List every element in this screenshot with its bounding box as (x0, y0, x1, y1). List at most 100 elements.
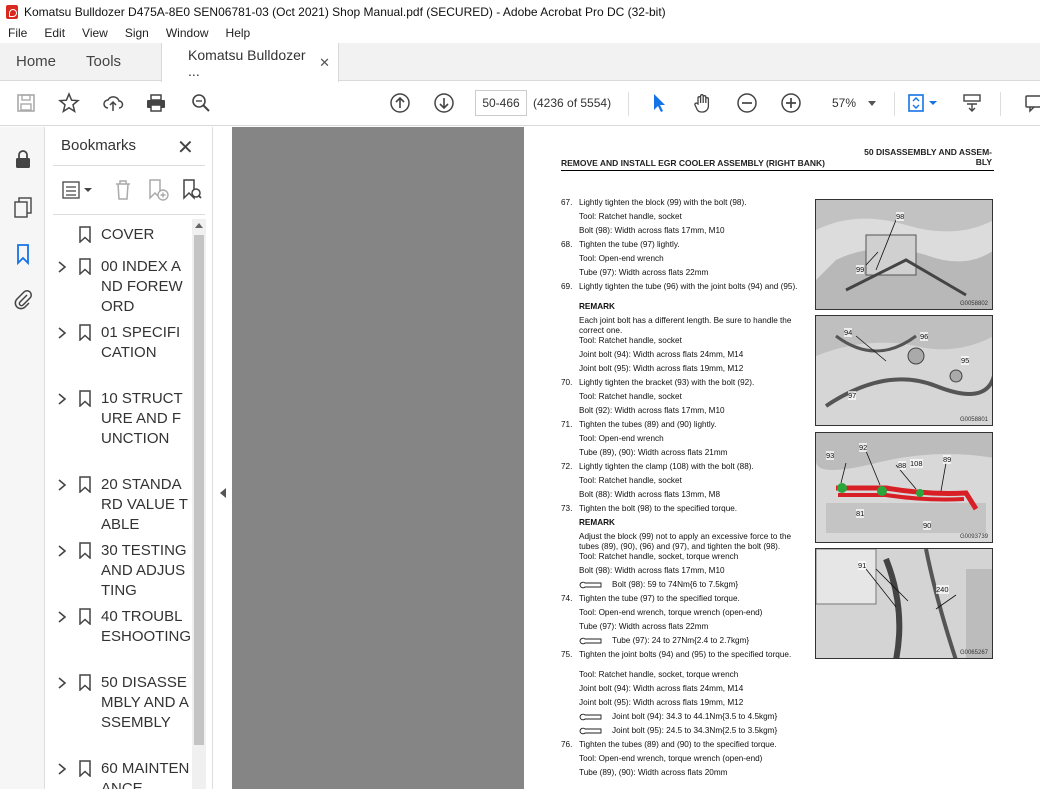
bookmark-icon (79, 226, 91, 243)
figure-callout: 98 (896, 212, 905, 221)
scrollbar-thumb[interactable] (194, 235, 204, 745)
figure-callout: 94 (844, 328, 853, 337)
bookmark-label: 01 SPECIFICATION (101, 324, 181, 361)
menu-bar: File Edit View Sign Window Help (0, 23, 1040, 43)
chevron-right-icon[interactable] (57, 762, 67, 776)
procedure-line: Tighten the joint bolts (94) and (95) to… (579, 650, 792, 659)
chevron-right-icon[interactable] (57, 544, 67, 558)
remark-heading: REMARK (579, 302, 615, 311)
options-menu-icon[interactable] (61, 178, 92, 202)
figure-callout: 95 (961, 356, 970, 365)
toolbar-divider (1000, 92, 1001, 116)
figure-callout: 81 (856, 509, 865, 518)
chevron-right-icon[interactable] (57, 326, 67, 340)
scroll-mode-icon[interactable] (958, 89, 986, 117)
print-icon[interactable] (142, 89, 170, 117)
zoom-out-icon[interactable] (733, 89, 761, 117)
find-bookmark-icon[interactable] (179, 178, 203, 202)
attachment-icon[interactable] (11, 287, 35, 311)
chevron-right-icon[interactable] (57, 478, 67, 492)
figure-callout: 92 (859, 443, 868, 452)
tab-document[interactable]: Komatsu Bulldozer ... ✕ (161, 43, 340, 82)
page-header-section: 50 DISASSEMBLY AND ASSEM-BLY (864, 147, 992, 167)
torque-wrench-icon (579, 727, 602, 735)
bookmark-list: COVER 00 INDEX AND FOREWORD 01 SPECIFICA… (45, 219, 190, 789)
figure: 91 240 G0065267 (815, 548, 993, 659)
fit-page-icon[interactable] (903, 89, 941, 117)
zoom-level-value: 57% (832, 96, 857, 110)
chevron-right-icon[interactable] (57, 260, 67, 274)
menu-edit[interactable]: Edit (36, 26, 74, 40)
collapse-panel-icon[interactable] (220, 488, 226, 498)
step-number: 73. (561, 504, 573, 513)
previous-page-icon[interactable] (386, 89, 414, 117)
zoom-in-icon[interactable] (777, 89, 805, 117)
torque-wrench-icon (579, 637, 602, 645)
procedure-line: Tool: Open-end wrench (579, 254, 664, 263)
panel-splitter[interactable] (212, 127, 232, 789)
torque-spec: Joint bolt (95): 24.5 to 34.3Nm{2.5 to 3… (612, 726, 778, 735)
new-bookmark-icon[interactable] (145, 178, 169, 202)
bookmark-icon (79, 324, 91, 341)
procedure-line: Lightly tighten the clamp (108) with the… (579, 462, 754, 471)
select-cursor-icon[interactable] (645, 89, 673, 117)
bookmark-panel-icon[interactable] (11, 242, 35, 266)
bookmark-label: COVER (101, 226, 155, 243)
document-viewer[interactable]: 50 DISASSEMBLY AND ASSEM-BLY REMOVE AND … (232, 127, 1040, 789)
star-icon[interactable] (55, 89, 83, 117)
procedure-line: Tool: Ratchet handle, socket, torque wre… (579, 670, 739, 679)
hand-tool-icon[interactable] (689, 89, 717, 117)
figure-code: G0065267 (959, 650, 988, 656)
menu-help[interactable]: Help (218, 26, 260, 40)
pages-thumbnail-icon[interactable] (11, 195, 35, 219)
chevron-right-icon[interactable] (57, 610, 67, 624)
page-number-input[interactable]: 50-466 (475, 90, 527, 116)
chevron-right-icon[interactable] (57, 676, 67, 690)
upload-cloud-icon[interactable] (99, 89, 127, 117)
step-number: 76. (561, 740, 573, 749)
engine-photo-illustration (816, 549, 992, 658)
bookmark-icon (79, 258, 91, 275)
remark-heading: REMARK (579, 518, 615, 527)
zoom-level-dropdown[interactable]: 57% (818, 90, 884, 116)
tab-document-label: Komatsu Bulldozer ... (188, 46, 306, 79)
delete-bookmark-icon[interactable] (111, 178, 135, 202)
figure-callout: 90 (923, 521, 932, 530)
step-number: 68. (561, 240, 573, 249)
header-rule (561, 170, 994, 171)
bookmark-icon (79, 760, 91, 777)
chevron-right-icon[interactable] (57, 392, 67, 406)
bookmark-icon (79, 542, 91, 559)
toolbar-divider (628, 92, 629, 116)
bookmark-icon (79, 608, 91, 625)
tab-home[interactable]: Home (0, 43, 72, 80)
bookmarks-scrollbar[interactable] (192, 219, 206, 789)
torque-wrench-icon (579, 581, 602, 589)
page-count: (4236 of 5554) (533, 96, 612, 110)
close-tab-icon[interactable]: ✕ (319, 55, 330, 71)
zoom-search-icon[interactable] (187, 89, 215, 117)
step-number: 69. (561, 282, 573, 291)
close-panel-icon[interactable]: ✕ (177, 135, 194, 160)
menu-sign[interactable]: Sign (117, 26, 158, 40)
comment-icon[interactable] (1020, 89, 1040, 117)
step-number: 72. (561, 462, 573, 471)
step-number: 70. (561, 378, 573, 387)
lock-icon[interactable] (11, 147, 35, 171)
figure-callout: 93 (826, 451, 835, 460)
torque-spec: Tube (97): 24 to 27Nm{2.4 to 2.7kgm} (612, 636, 750, 645)
next-page-icon[interactable] (430, 89, 458, 117)
procedure-line: Tighten the tube (97) lightly. (579, 240, 680, 249)
scroll-up-icon[interactable] (195, 223, 203, 228)
save-icon[interactable] (12, 89, 40, 117)
menu-view[interactable]: View (74, 26, 117, 40)
tab-tools[interactable]: Tools (72, 43, 137, 80)
window-titlebar: Komatsu Bulldozer D475A-8E0 SEN06781-03 … (0, 0, 1040, 23)
acrobat-app-icon (6, 4, 18, 19)
menu-window[interactable]: Window (158, 26, 218, 40)
procedure-line: Joint bolt (95): Width across flats 19mm… (579, 364, 744, 373)
menu-file[interactable]: File (0, 26, 36, 40)
procedure-line: Tool: Open-end wrench, torque wrench (op… (579, 754, 763, 763)
procedure-line: Tube (89), (90): Width across flats 21mm (579, 448, 728, 457)
step-number: 71. (561, 420, 573, 429)
